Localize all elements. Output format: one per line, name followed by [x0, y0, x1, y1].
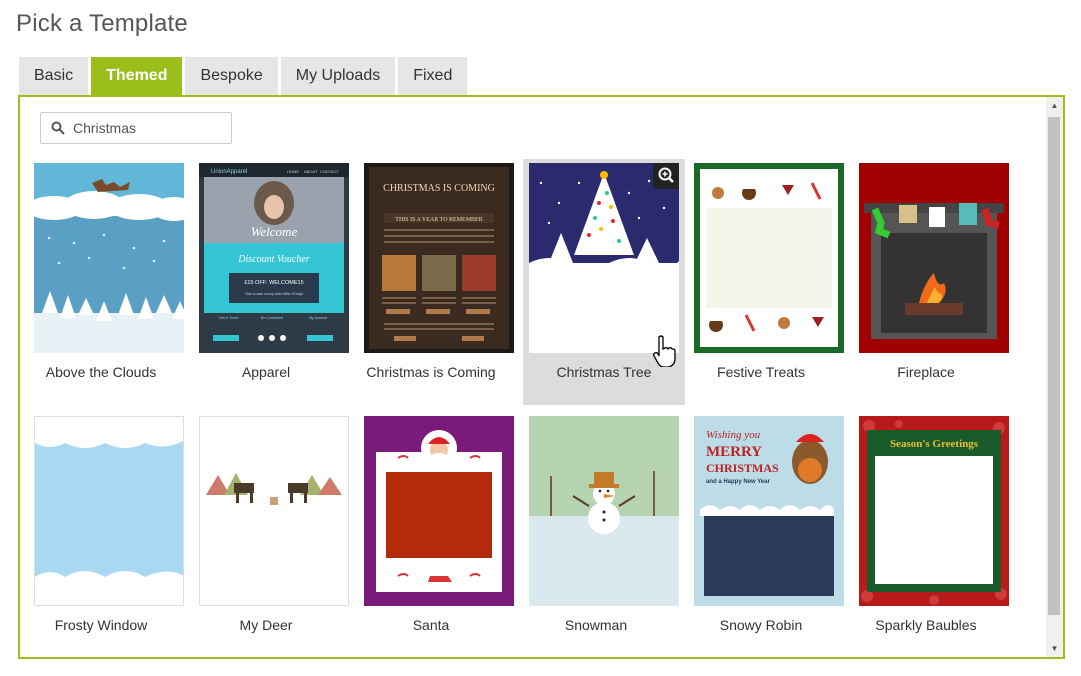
robin-line1: Wishing you: [706, 429, 761, 441]
apparel-footer-1: Get in Touch: [219, 316, 239, 320]
template-thumbnail: CHRISTMAS IS COMING THIS IS A YEAR TO RE…: [364, 163, 514, 353]
template-name: Snowman: [564, 617, 628, 633]
scroll-up-arrow-icon[interactable]: ▲: [1046, 97, 1063, 114]
apparel-nav-about: ABOUT: [304, 169, 318, 174]
tab-basic[interactable]: Basic: [19, 57, 89, 95]
template-name: Snowy Robin: [719, 617, 803, 633]
template-thumbnail: [529, 416, 679, 606]
template-name: My Deer: [239, 617, 293, 633]
template-card-fireplace[interactable]: Fireplace: [845, 159, 1009, 405]
search-box: [40, 112, 232, 144]
template-card-sparkly-baubles[interactable]: Season's Greetings Sparkly Baubles: [845, 412, 1009, 657]
tab-bespoke[interactable]: Bespoke: [185, 57, 278, 95]
scroll-thumb[interactable]: [1048, 117, 1060, 615]
template-card-above-the-clouds[interactable]: Above the Clouds: [20, 159, 184, 405]
template-card-santa[interactable]: Santa: [350, 412, 514, 657]
scroll-down-arrow-icon[interactable]: ▼: [1046, 640, 1063, 657]
apparel-code-sub: Click to save on any order within 30 day…: [245, 292, 303, 296]
template-thumbnail: Wishing you MERRY CHRISTMAS and a Happy …: [694, 416, 844, 606]
apparel-welcome: Welcome: [251, 224, 298, 239]
template-name: Sparkly Baubles: [875, 617, 977, 633]
template-name: Frosty Window: [54, 617, 148, 633]
tab-themed[interactable]: Themed: [91, 57, 183, 95]
zoom-icon[interactable]: [653, 163, 679, 189]
apparel-footer-2: Be Connected: [261, 316, 283, 320]
coming-sub: THIS IS A YEAR TO REMEMBER: [395, 217, 482, 223]
template-name: Above the Clouds: [45, 364, 157, 380]
template-card-snowman[interactable]: Snowman: [515, 412, 679, 657]
template-name: Fireplace: [897, 364, 955, 380]
apparel-code: £15 OFF: WELCOME15: [244, 280, 303, 286]
robin-line4: and a Happy New Year: [706, 479, 771, 485]
template-card-snowy-robin[interactable]: Wishing you MERRY CHRISTMAS and a Happy …: [680, 412, 844, 657]
template-card-christmas-is-coming[interactable]: CHRISTMAS IS COMING THIS IS A YEAR TO RE…: [350, 159, 514, 405]
hand-cursor-icon: [653, 335, 676, 367]
robin-line2: MERRY: [706, 444, 762, 460]
robin-line3: CHRISTMAS: [706, 461, 779, 475]
template-card-frosty-window[interactable]: Frosty Window: [20, 412, 184, 657]
template-card-christmas-tree[interactable]: Christmas Tree: [523, 159, 685, 405]
tab-my-uploads[interactable]: My Uploads: [280, 57, 396, 95]
template-panel: Above the Clouds UnionApparel HOME ABOUT…: [18, 95, 1065, 659]
template-thumbnail: [199, 416, 349, 606]
template-thumbnail: [34, 416, 184, 606]
apparel-brand: UnionApparel: [211, 169, 247, 175]
search-icon: [51, 121, 65, 135]
apparel-voucher: Discount Voucher: [237, 254, 309, 265]
search-input[interactable]: [73, 113, 223, 143]
template-thumbnail: UnionApparel HOME ABOUT CONTACT Welcome …: [199, 163, 349, 353]
template-name: Santa: [412, 617, 450, 633]
page-title: Pick a Template: [16, 10, 188, 37]
template-card-apparel[interactable]: UnionApparel HOME ABOUT CONTACT Welcome …: [185, 159, 349, 405]
scrollbar[interactable]: ▲ ▼: [1046, 97, 1063, 657]
template-name: Christmas is Coming: [366, 364, 496, 380]
template-thumbnail: [364, 416, 514, 606]
template-card-my-deer[interactable]: My Deer: [185, 412, 349, 657]
template-tabs: Basic Themed Bespoke My Uploads Fixed: [19, 57, 470, 95]
template-thumbnail: [34, 163, 184, 353]
template-thumbnail: Season's Greetings: [859, 416, 1009, 606]
template-card-festive-treats[interactable]: Festive Treats: [680, 159, 844, 405]
template-thumbnail: [859, 163, 1009, 353]
tab-fixed[interactable]: Fixed: [398, 57, 468, 95]
baubles-title: Season's Greetings: [890, 438, 979, 450]
coming-title: CHRISTMAS IS COMING: [383, 183, 495, 194]
template-name: Apparel: [241, 364, 291, 380]
template-thumbnail: [529, 163, 679, 353]
apparel-nav-home: HOME: [287, 169, 299, 174]
template-name: Festive Treats: [717, 364, 805, 380]
apparel-footer-3: My Account: [309, 316, 327, 320]
apparel-nav-contact: CONTACT: [320, 169, 340, 174]
template-thumbnail: [694, 163, 844, 353]
